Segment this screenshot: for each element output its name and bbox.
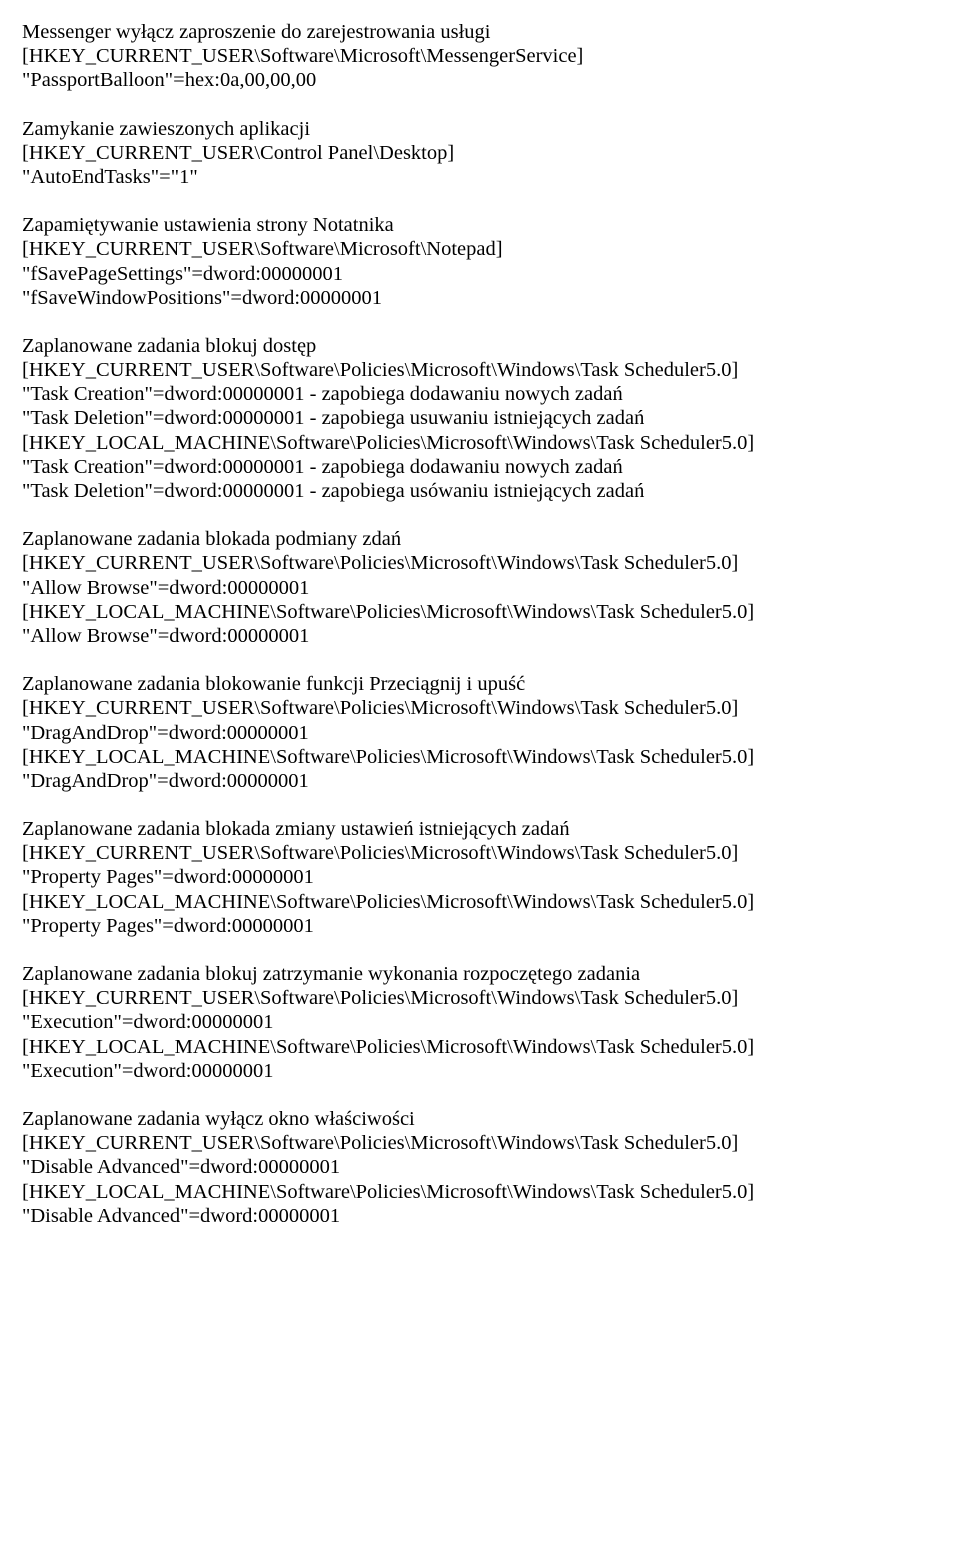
text-line: Zaplanowane zadania blokuj dostęp bbox=[22, 334, 938, 358]
text-line: [HKEY_CURRENT_USER\Software\Microsoft\Me… bbox=[22, 44, 938, 68]
text-line: "Allow Browse"=dword:00000001 bbox=[22, 576, 938, 600]
text-line: [HKEY_CURRENT_USER\Control Panel\Desktop… bbox=[22, 141, 938, 165]
text-line: Zaplanowane zadania wyłącz okno właściwo… bbox=[22, 1107, 938, 1131]
text-block: Zaplanowane zadania blokada zmiany ustaw… bbox=[22, 817, 938, 938]
text-line: "Task Deletion"=dword:00000001 - zapobie… bbox=[22, 479, 938, 503]
text-block: Zaplanowane zadania wyłącz okno właściwo… bbox=[22, 1107, 938, 1228]
text-line: "Execution"=dword:00000001 bbox=[22, 1059, 938, 1083]
text-line: "Execution"=dword:00000001 bbox=[22, 1010, 938, 1034]
text-line: "Task Deletion"=dword:00000001 - zapobie… bbox=[22, 406, 938, 430]
text-line: Zaplanowane zadania blokuj zatrzymanie w… bbox=[22, 962, 938, 986]
text-line: [HKEY_LOCAL_MACHINE\Software\Policies\Mi… bbox=[22, 431, 938, 455]
text-line: "Property Pages"=dword:00000001 bbox=[22, 865, 938, 889]
text-line: "DragAndDrop"=dword:00000001 bbox=[22, 769, 938, 793]
text-line: [HKEY_LOCAL_MACHINE\Software\Policies\Mi… bbox=[22, 1180, 938, 1204]
text-line: Zamykanie zawieszonych aplikacji bbox=[22, 117, 938, 141]
text-line: "DragAndDrop"=dword:00000001 bbox=[22, 721, 938, 745]
document-body: Messenger wyłącz zaproszenie do zarejest… bbox=[22, 20, 938, 1228]
text-line: [HKEY_CURRENT_USER\Software\Policies\Mic… bbox=[22, 696, 938, 720]
text-line: "Disable Advanced"=dword:00000001 bbox=[22, 1155, 938, 1179]
text-block: Zaplanowane zadania blokowanie funkcji P… bbox=[22, 672, 938, 793]
text-block: Zapamiętywanie ustawienia strony Notatni… bbox=[22, 213, 938, 310]
text-line: "Property Pages"=dword:00000001 bbox=[22, 914, 938, 938]
text-line: [HKEY_CURRENT_USER\Software\Policies\Mic… bbox=[22, 1131, 938, 1155]
text-line: [HKEY_CURRENT_USER\Software\Policies\Mic… bbox=[22, 986, 938, 1010]
text-line: [HKEY_CURRENT_USER\Software\Policies\Mic… bbox=[22, 358, 938, 382]
text-line: [HKEY_LOCAL_MACHINE\Software\Policies\Mi… bbox=[22, 745, 938, 769]
text-line: [HKEY_LOCAL_MACHINE\Software\Policies\Mi… bbox=[22, 890, 938, 914]
text-line: [HKEY_LOCAL_MACHINE\Software\Policies\Mi… bbox=[22, 600, 938, 624]
text-line: Zaplanowane zadania blokada podmiany zda… bbox=[22, 527, 938, 551]
text-block: Zamykanie zawieszonych aplikacji[HKEY_CU… bbox=[22, 117, 938, 190]
text-line: "fSavePageSettings"=dword:00000001 bbox=[22, 262, 938, 286]
text-line: [HKEY_LOCAL_MACHINE\Software\Policies\Mi… bbox=[22, 1035, 938, 1059]
text-line: [HKEY_CURRENT_USER\Software\Microsoft\No… bbox=[22, 237, 938, 261]
text-block: Zaplanowane zadania blokuj dostęp[HKEY_C… bbox=[22, 334, 938, 503]
text-block: Zaplanowane zadania blokada podmiany zda… bbox=[22, 527, 938, 648]
text-line: "Task Creation"=dword:00000001 - zapobie… bbox=[22, 382, 938, 406]
text-line: Messenger wyłącz zaproszenie do zarejest… bbox=[22, 20, 938, 44]
text-line: [HKEY_CURRENT_USER\Software\Policies\Mic… bbox=[22, 841, 938, 865]
text-line: "Task Creation"=dword:00000001 - zapobie… bbox=[22, 455, 938, 479]
text-line: [HKEY_CURRENT_USER\Software\Policies\Mic… bbox=[22, 551, 938, 575]
text-line: "AutoEndTasks"="1" bbox=[22, 165, 938, 189]
text-line: "PassportBalloon"=hex:0a,00,00,00 bbox=[22, 68, 938, 92]
text-line: Zapamiętywanie ustawienia strony Notatni… bbox=[22, 213, 938, 237]
text-block: Zaplanowane zadania blokuj zatrzymanie w… bbox=[22, 962, 938, 1083]
text-line: Zaplanowane zadania blokowanie funkcji P… bbox=[22, 672, 938, 696]
text-block: Messenger wyłącz zaproszenie do zarejest… bbox=[22, 20, 938, 93]
text-line: "Disable Advanced"=dword:00000001 bbox=[22, 1204, 938, 1228]
text-line: Zaplanowane zadania blokada zmiany ustaw… bbox=[22, 817, 938, 841]
text-line: "Allow Browse"=dword:00000001 bbox=[22, 624, 938, 648]
text-line: "fSaveWindowPositions"=dword:00000001 bbox=[22, 286, 938, 310]
